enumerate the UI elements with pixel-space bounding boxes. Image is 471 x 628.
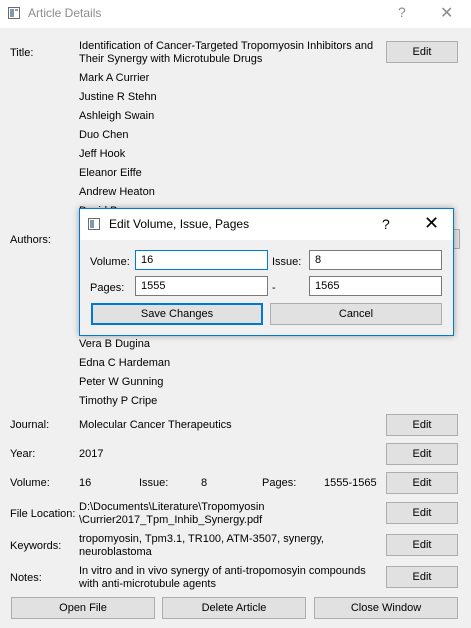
dialog-volume-label: Volume:: [90, 256, 130, 268]
window-icon: [8, 7, 20, 19]
open-file-button[interactable]: Open File: [11, 597, 155, 619]
cancel-button[interactable]: Cancel: [270, 303, 442, 325]
title-label: Title:: [10, 47, 34, 59]
author-item: Andrew Heaton: [79, 186, 155, 198]
author-item: Peter W Gunning: [79, 376, 164, 388]
dialog-issue-label: Issue:: [272, 256, 302, 268]
window-icon: [88, 218, 100, 230]
dialog-title: Edit Volume, Issue, Pages: [109, 217, 250, 231]
issue-label: Issue:: [139, 477, 169, 489]
edit-title-button[interactable]: Edit: [386, 41, 458, 63]
keywords-line2: neuroblastoma: [79, 546, 152, 558]
author-item: Edna C Hardeman: [79, 357, 171, 369]
notes-label: Notes:: [10, 572, 42, 584]
notes-line2: with anti-microtubule agents: [79, 578, 216, 590]
volume-value: 16: [79, 477, 92, 489]
author-item: Jeff Hook: [79, 148, 126, 160]
authors-label: Authors:: [10, 234, 51, 246]
author-item: Duo Chen: [79, 129, 129, 141]
pages-start-input[interactable]: 1555: [135, 276, 268, 296]
edit-journal-button[interactable]: Edit: [386, 414, 458, 436]
file-location-label: File Location:: [10, 508, 76, 520]
keywords-label: Keywords:: [10, 540, 62, 552]
title-value-line1: Identification of Cancer-Targeted Tropom…: [79, 40, 374, 52]
issue-input[interactable]: 8: [309, 250, 442, 270]
close-icon[interactable]: ✕: [440, 3, 453, 23]
close-icon[interactable]: ✕: [424, 213, 439, 234]
title-value-line2: Their Synergy with Microtubule Drugs: [79, 53, 263, 65]
keywords-line1: tropomyosin, Tpm3.1, TR100, ATM-3507, sy…: [79, 533, 324, 545]
issue-value: 8: [201, 477, 208, 489]
journal-label: Journal:: [10, 419, 50, 431]
journal-value: Molecular Cancer Therapeutics: [79, 419, 232, 431]
year-label: Year:: [10, 448, 36, 460]
dialog-title-bar: Edit Volume, Issue, Pages ? ✕: [80, 209, 453, 240]
title-bar: Article Details ? ✕: [0, 0, 471, 28]
author-item: Ashleigh Swain: [79, 110, 155, 122]
author-item: Timothy P Cripe: [79, 395, 158, 407]
window-title: Article Details: [28, 6, 102, 20]
author-item: Justine R Stehn: [79, 91, 157, 103]
notes-line1: In vitro and in vivo synergy of anti-tro…: [79, 565, 366, 577]
pages-label: Pages:: [262, 477, 297, 489]
dialog-pages-label: Pages:: [90, 282, 125, 294]
help-icon[interactable]: ?: [398, 4, 406, 20]
file-location-line1: D:\Documents\Literature\Tropomyosin: [79, 501, 265, 513]
save-changes-button[interactable]: Save Changes: [91, 303, 263, 325]
edit-volume-dialog: Edit Volume, Issue, Pages ? ✕ Volume: 16…: [79, 208, 454, 336]
volume-label: Volume:: [10, 477, 50, 489]
author-item: Eleanor Eiffe: [79, 167, 142, 179]
edit-authors-button[interactable]: [454, 229, 460, 249]
edit-notes-button[interactable]: Edit: [386, 566, 458, 588]
delete-article-button[interactable]: Delete Article: [162, 597, 306, 619]
edit-keywords-button[interactable]: Edit: [386, 534, 458, 556]
pages-value: 1555-1565: [324, 477, 377, 489]
help-icon[interactable]: ?: [382, 216, 390, 232]
close-window-button[interactable]: Close Window: [314, 597, 458, 619]
pages-end-input[interactable]: 1565: [309, 276, 442, 296]
author-item: Mark A Currier: [79, 72, 150, 84]
volume-input[interactable]: 16: [135, 250, 268, 270]
pages-separator: -: [272, 282, 276, 294]
edit-file-location-button[interactable]: Edit: [386, 502, 458, 524]
edit-volume-button[interactable]: Edit: [386, 472, 458, 494]
file-location-line2: \Currier2017_Tpm_Inhib_Synergy.pdf: [79, 514, 263, 526]
edit-year-button[interactable]: Edit: [386, 443, 458, 465]
author-item: Vera B Dugina: [79, 338, 150, 350]
year-value: 2017: [79, 448, 104, 460]
